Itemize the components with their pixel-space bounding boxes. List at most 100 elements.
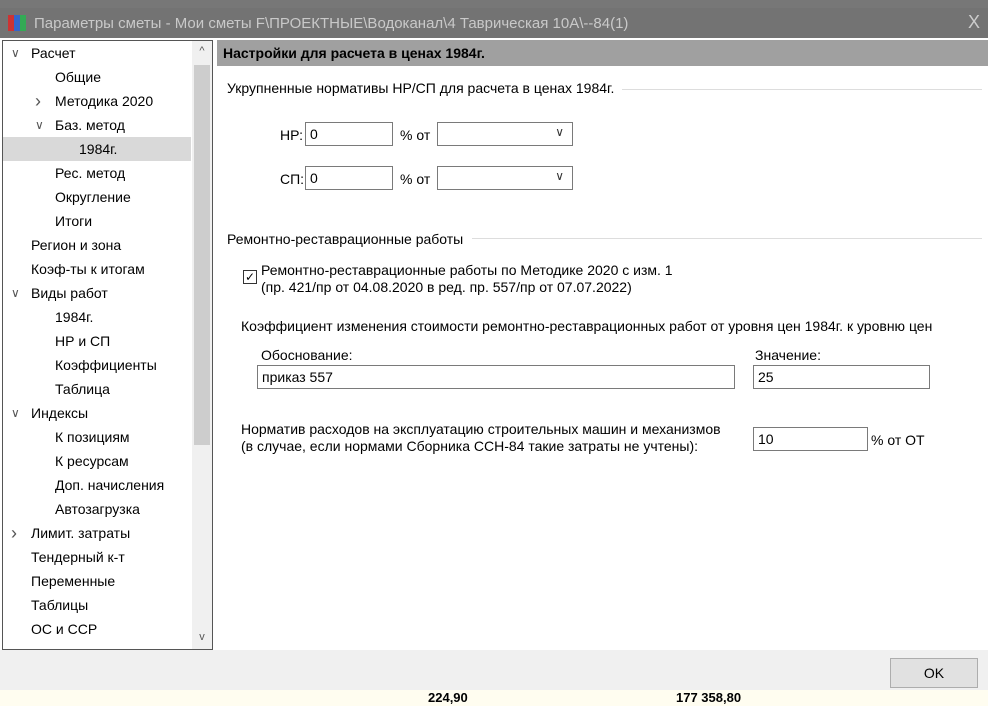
tree-item[interactable]: НР и СП bbox=[3, 329, 191, 353]
tree-item-label: Округление bbox=[55, 189, 131, 205]
panel-header: Настройки для расчета в ценах 1984г. bbox=[217, 40, 988, 66]
dialog-footer: OK bbox=[0, 650, 988, 690]
tree-item[interactable]: ∨ Расчет bbox=[3, 41, 191, 65]
scroll-thumb[interactable] bbox=[194, 65, 210, 445]
chevron-down-icon: ∨ bbox=[555, 125, 564, 139]
app-icon bbox=[8, 15, 26, 31]
tree-item-label: Регион и зона bbox=[31, 237, 122, 253]
tree-item-label: Лимит. затраты bbox=[31, 525, 131, 541]
tree-item[interactable]: Итоги bbox=[3, 209, 191, 233]
settings-panel: Настройки для расчета в ценах 1984г. Укр… bbox=[217, 40, 988, 650]
tree-item-label: 1984г. bbox=[79, 141, 118, 157]
settings-tree: ∨ Расчет Общие › Методика 2020 ∨ Баз. метод 198… bbox=[2, 40, 213, 650]
divider bbox=[472, 238, 982, 239]
tree-item-label: Доп. начисления bbox=[55, 477, 165, 493]
scroll-up-icon[interactable]: ^ bbox=[192, 45, 212, 57]
tree-item[interactable]: К ресурсам bbox=[3, 449, 191, 473]
tree-item-label: Итоги bbox=[55, 213, 93, 229]
section-title-nr-sp: Укрупненные нормативы НР/СП для расчета … bbox=[227, 80, 615, 96]
tree-item[interactable]: Округление bbox=[3, 185, 191, 209]
tree-item[interactable]: Автозагрузка bbox=[3, 497, 191, 521]
nr-label: НР: bbox=[280, 127, 304, 143]
tree-item-label: Рес. метод bbox=[55, 165, 126, 181]
tree-item-label: Таблица bbox=[55, 381, 110, 397]
tree-item[interactable]: Регион и зона bbox=[3, 233, 191, 257]
sp-pct-label: % от bbox=[400, 171, 431, 187]
nr-pct-label: % от bbox=[400, 127, 431, 143]
chevron-down-icon[interactable]: ∨ bbox=[35, 113, 44, 137]
tree-item-label: К ресурсам bbox=[55, 453, 129, 469]
tree-item-label: К позициям bbox=[55, 429, 130, 445]
coef-description: Коэффициент изменения стоимости ремонтно… bbox=[241, 318, 933, 334]
nr-input[interactable]: 0 bbox=[305, 122, 393, 146]
total-value-1: 224,90 bbox=[428, 690, 468, 705]
tree-item-label: Методика 2020 bbox=[55, 93, 154, 109]
tree-item[interactable]: Рес. метод bbox=[3, 161, 191, 185]
divider bbox=[622, 89, 982, 90]
restoration-checkbox-label: Ремонтно-реставрационные работы по Метод… bbox=[261, 262, 673, 278]
tree-item[interactable]: Таблицы bbox=[3, 593, 191, 617]
background-totals-row: 224,90 177 358,80 bbox=[0, 690, 988, 706]
ok-button[interactable]: OK bbox=[890, 658, 978, 688]
basis-input[interactable]: приказ 557 bbox=[257, 365, 735, 389]
window-title: Параметры сметы - Мои сметы F\ПРОЕКТНЫЕ\… bbox=[34, 14, 629, 32]
tree-item-label: Тендерный к-т bbox=[31, 549, 125, 565]
tree-item[interactable]: › Лимит. затраты bbox=[3, 521, 191, 545]
tree-item[interactable]: › Методика 2020 bbox=[3, 89, 191, 113]
tree-item-label: Общие bbox=[55, 69, 102, 85]
close-icon[interactable]: X bbox=[968, 12, 980, 33]
tree-item[interactable]: Доп. начисления bbox=[3, 473, 191, 497]
section-title-restoration: Ремонтно-реставрационные работы bbox=[227, 231, 464, 247]
tree-item-label: Коэффициенты bbox=[55, 357, 157, 373]
tree-item[interactable]: 1984г. bbox=[3, 305, 191, 329]
tree-item[interactable]: Переменные bbox=[3, 569, 191, 593]
tree-item-label: 1984г. bbox=[55, 309, 94, 325]
tree-item-label: НР и СП bbox=[55, 333, 111, 349]
background-app-strip bbox=[0, 0, 988, 8]
tree-item-label: Баз. метод bbox=[55, 117, 125, 133]
tree-item-label: Виды работ bbox=[31, 285, 108, 301]
restoration-checkbox[interactable]: ✓ bbox=[243, 270, 257, 284]
chevron-right-icon[interactable]: › bbox=[11, 521, 17, 545]
chevron-down-icon[interactable]: ∨ bbox=[11, 401, 20, 425]
tree-item-label: Автозагрузка bbox=[55, 501, 140, 517]
nr-base-select[interactable]: ∨ bbox=[437, 122, 573, 146]
tree-item-label: ОС и ССР bbox=[31, 621, 98, 637]
norm-input[interactable]: 10 bbox=[753, 427, 868, 451]
value-input[interactable]: 25 bbox=[753, 365, 930, 389]
total-value-2: 177 358,80 bbox=[676, 690, 742, 705]
tree-item[interactable]: Коэффициенты bbox=[3, 353, 191, 377]
value-label: Значение: bbox=[755, 347, 821, 363]
tree-item[interactable]: Коэф-ты к итогам bbox=[3, 257, 191, 281]
basis-label: Обоснование: bbox=[261, 347, 353, 363]
norm-description-2: (в случае, если нормами Сборника ССН-84 … bbox=[241, 438, 699, 454]
scroll-down-icon[interactable]: v bbox=[192, 631, 212, 643]
tree-scrollbar[interactable]: ^ v bbox=[192, 41, 212, 649]
tree-item-label: Таблицы bbox=[31, 597, 89, 613]
norm-unit: % от ОТ bbox=[871, 432, 925, 448]
sp-base-select[interactable]: ∨ bbox=[437, 166, 573, 190]
title-bar: Параметры сметы - Мои сметы F\ПРОЕКТНЫЕ\… bbox=[0, 8, 988, 38]
tree-item[interactable]: ОС и ССР bbox=[3, 617, 191, 641]
restoration-checkbox-label-2: (пр. 421/пр от 04.08.2020 в ред. пр. 557… bbox=[261, 279, 632, 295]
norm-description: Норматив расходов на эксплуатацию строит… bbox=[241, 421, 721, 437]
tree-item[interactable]: ∨ Виды работ bbox=[3, 281, 191, 305]
sp-label: СП: bbox=[280, 171, 305, 187]
chevron-right-icon[interactable]: › bbox=[35, 89, 41, 113]
tree-item[interactable]: Таблица bbox=[3, 377, 191, 401]
tree-item[interactable]: ∨ Баз. метод bbox=[3, 113, 191, 137]
tree-item[interactable]: Тендерный к-т bbox=[3, 545, 191, 569]
chevron-down-icon[interactable]: ∨ bbox=[11, 281, 20, 305]
chevron-down-icon[interactable]: ∨ bbox=[11, 41, 20, 65]
tree-item[interactable]: ∨ Индексы bbox=[3, 401, 191, 425]
tree-item-label: Расчет bbox=[31, 45, 76, 61]
tree-item[interactable]: Общие bbox=[3, 65, 191, 89]
tree-item-label: Переменные bbox=[31, 573, 116, 589]
chevron-down-icon: ∨ bbox=[555, 169, 564, 183]
sp-input[interactable]: 0 bbox=[305, 166, 393, 190]
tree-item[interactable]: 1984г. bbox=[3, 137, 191, 161]
tree-item-label: Индексы bbox=[31, 405, 89, 421]
dialog: ∨ Расчет Общие › Методика 2020 ∨ Баз. метод 198… bbox=[0, 38, 988, 690]
tree-item[interactable]: К позициям bbox=[3, 425, 191, 449]
tree-item-label: Коэф-ты к итогам bbox=[31, 261, 145, 277]
